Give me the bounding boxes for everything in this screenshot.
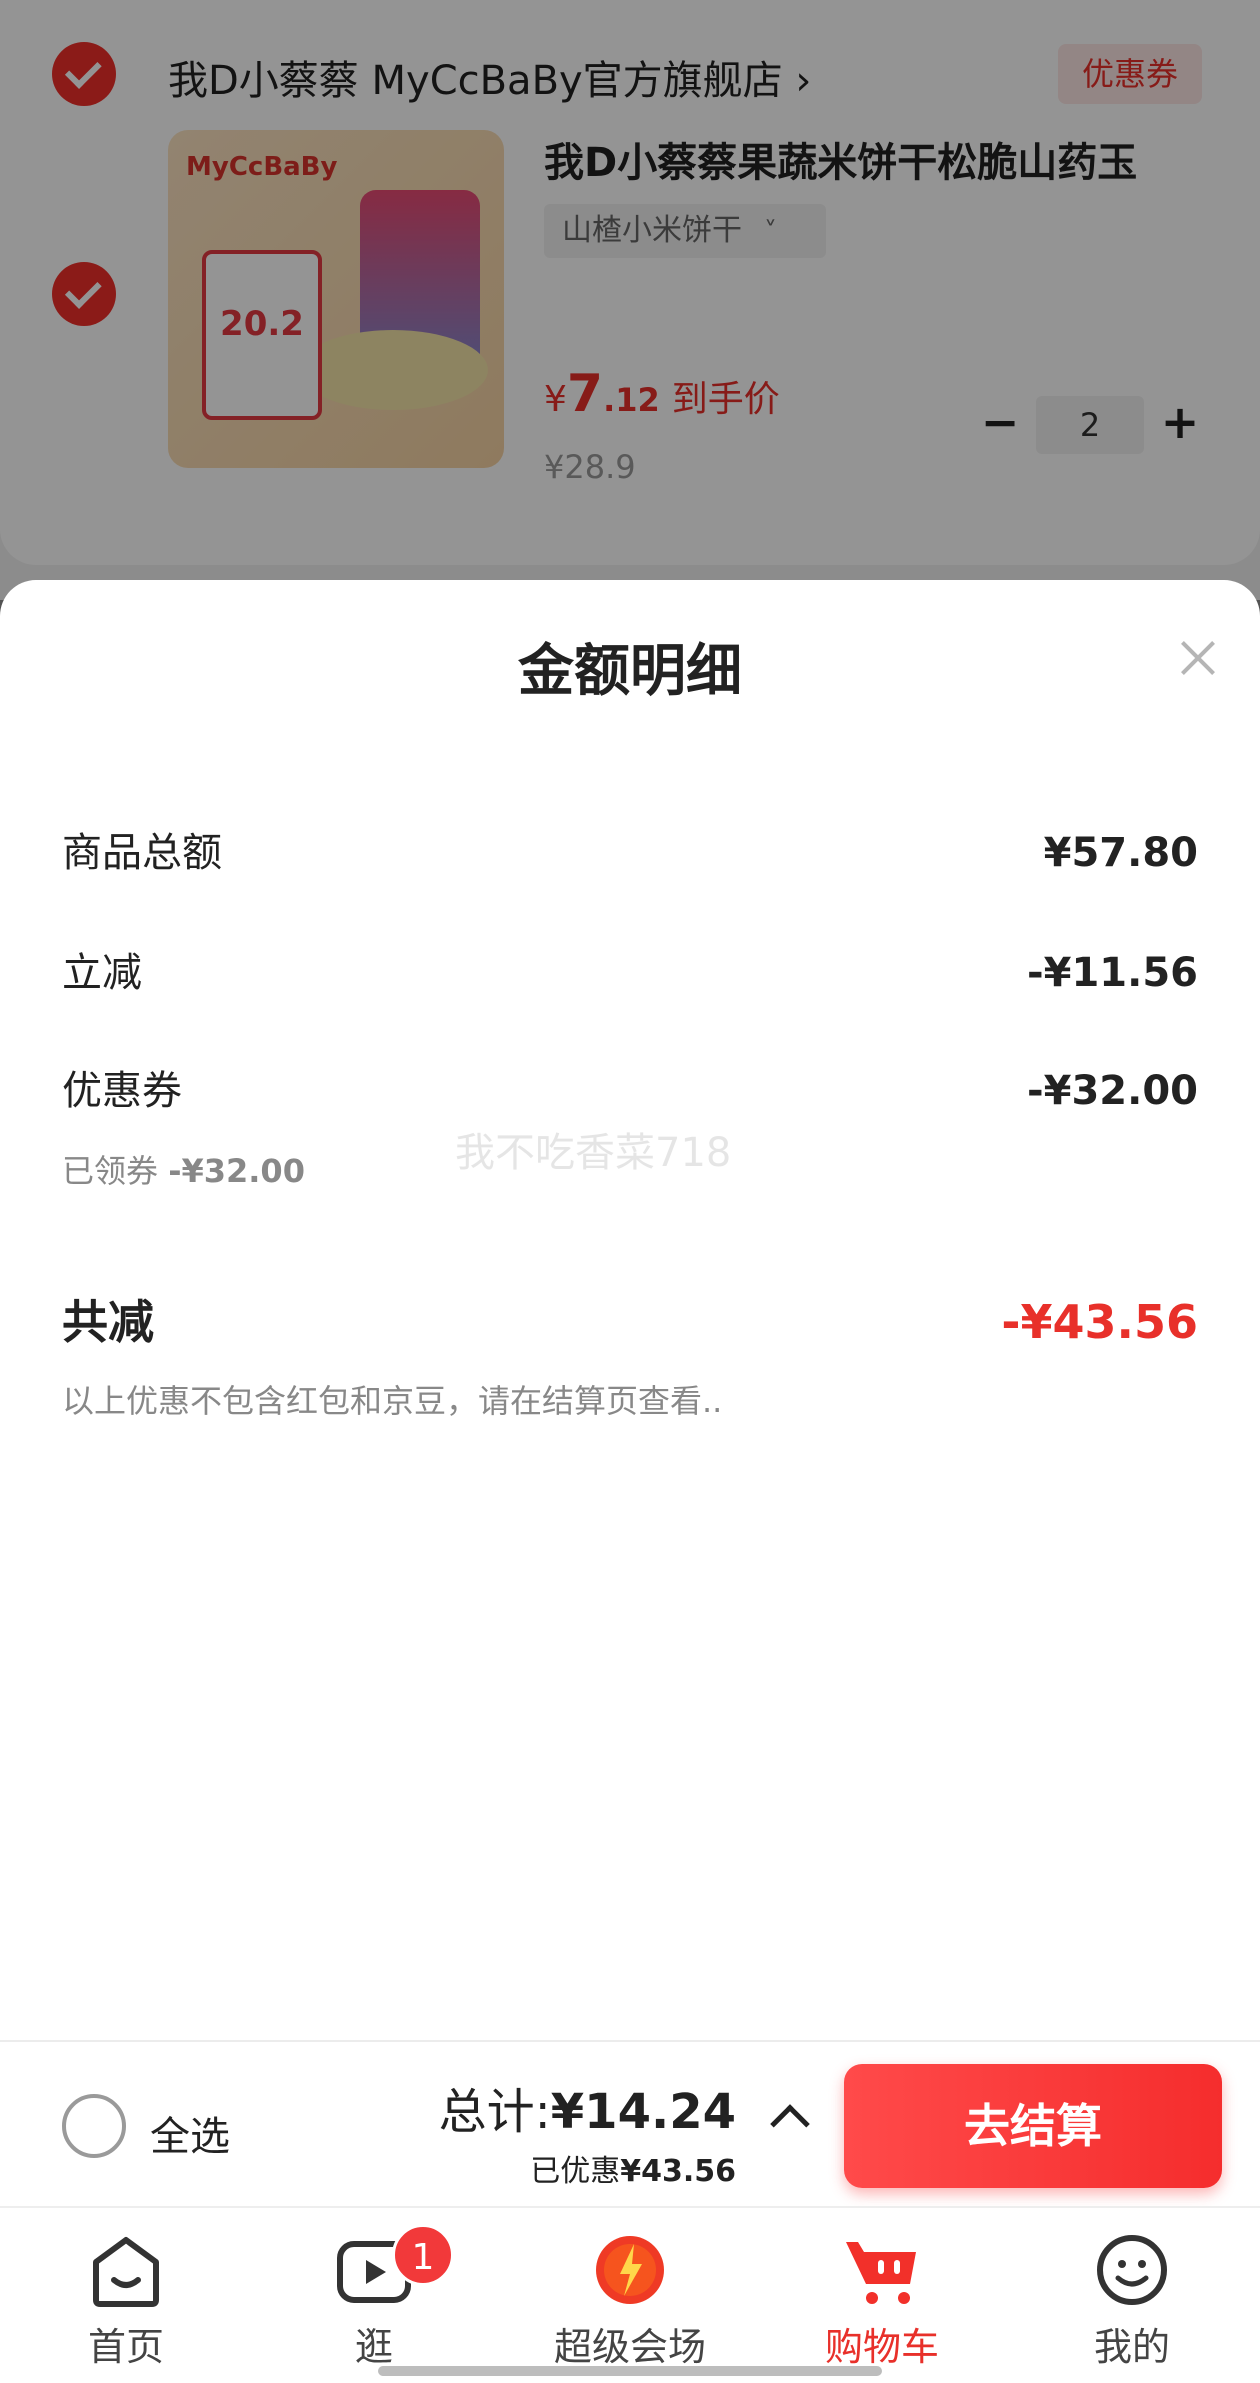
checkout-button[interactable]: 去结算 bbox=[844, 2064, 1222, 2188]
tab-label: 首页 bbox=[87, 2325, 164, 2369]
tab-label: 购物车 bbox=[824, 2325, 939, 2369]
bottom-tab-bar: 首页 1 逛 超级会场 购物车 我的 bbox=[0, 2206, 1260, 2383]
home-icon bbox=[93, 2237, 159, 2307]
tab-label: 超级会场 bbox=[553, 2325, 706, 2369]
coupon-claimed-label: 已领券 bbox=[62, 1152, 159, 1190]
row-value: -¥11.56 bbox=[1027, 950, 1198, 996]
tab-cart[interactable]: 购物车 bbox=[782, 2208, 982, 2383]
close-icon[interactable] bbox=[1170, 630, 1226, 686]
tab-super-venue[interactable]: 超级会场 bbox=[530, 2208, 730, 2383]
select-all-label[interactable]: 全选 bbox=[150, 2104, 230, 2162]
row-instant-discount: 立减 -¥11.56 bbox=[62, 940, 1198, 998]
total-label: 总计: bbox=[438, 2084, 551, 2140]
home-indicator[interactable] bbox=[378, 2366, 882, 2376]
row-label: 商品总额 bbox=[62, 830, 222, 876]
saved-label: 已优惠 bbox=[530, 2154, 621, 2189]
tab-profile[interactable]: 我的 bbox=[1032, 2208, 1232, 2383]
row-coupon: 优惠券 -¥32.00 bbox=[62, 1058, 1198, 1116]
tab-label: 我的 bbox=[1093, 2325, 1170, 2369]
coupon-claimed-amount: -¥32.00 bbox=[168, 1152, 305, 1190]
row-value: -¥32.00 bbox=[1027, 1068, 1198, 1114]
total-price: 总计:¥14.24 bbox=[439, 2072, 736, 2142]
row-value: ¥57.80 bbox=[1043, 830, 1198, 876]
checkout-bar: 全选 总计:¥14.24 已优惠¥43.56 去结算 bbox=[0, 2040, 1260, 2206]
cart-icon bbox=[846, 2242, 916, 2304]
total-discount-label: 共减 bbox=[62, 1295, 154, 1349]
select-all-radio[interactable] bbox=[62, 2094, 126, 2158]
sheet-title: 金额明细 bbox=[518, 639, 742, 704]
row-label: 立减 bbox=[62, 950, 142, 996]
tab-home[interactable]: 首页 bbox=[26, 2208, 226, 2383]
chevron-up-icon[interactable] bbox=[770, 2104, 810, 2144]
total-discount-value: -¥43.56 bbox=[1001, 1295, 1198, 1349]
super-venue-icon bbox=[596, 2236, 664, 2304]
row-label: 优惠券 bbox=[62, 1068, 182, 1114]
row-total-discount: 共减 -¥43.56 bbox=[62, 1286, 1198, 1352]
tab-label: 逛 bbox=[354, 2325, 393, 2369]
row-goods-total: 商品总额 ¥57.80 bbox=[62, 820, 1198, 878]
tab-browse[interactable]: 1 逛 bbox=[274, 2208, 474, 2383]
watermark: 我不吃香菜718 bbox=[455, 1130, 732, 1176]
total-amount: ¥14.24 bbox=[550, 2084, 736, 2140]
notification-badge: 1 bbox=[392, 2224, 454, 2286]
saved-value: ¥43.56 bbox=[620, 2154, 736, 2189]
disclaimer: 以上优惠不包含红包和京豆，请在结算页查看.. bbox=[62, 1382, 723, 1420]
profile-icon bbox=[1097, 2235, 1167, 2305]
coupon-claimed-note: 已领券 -¥32.00 bbox=[62, 1146, 305, 1192]
saved-amount: 已优惠¥43.56 bbox=[530, 2146, 736, 2190]
